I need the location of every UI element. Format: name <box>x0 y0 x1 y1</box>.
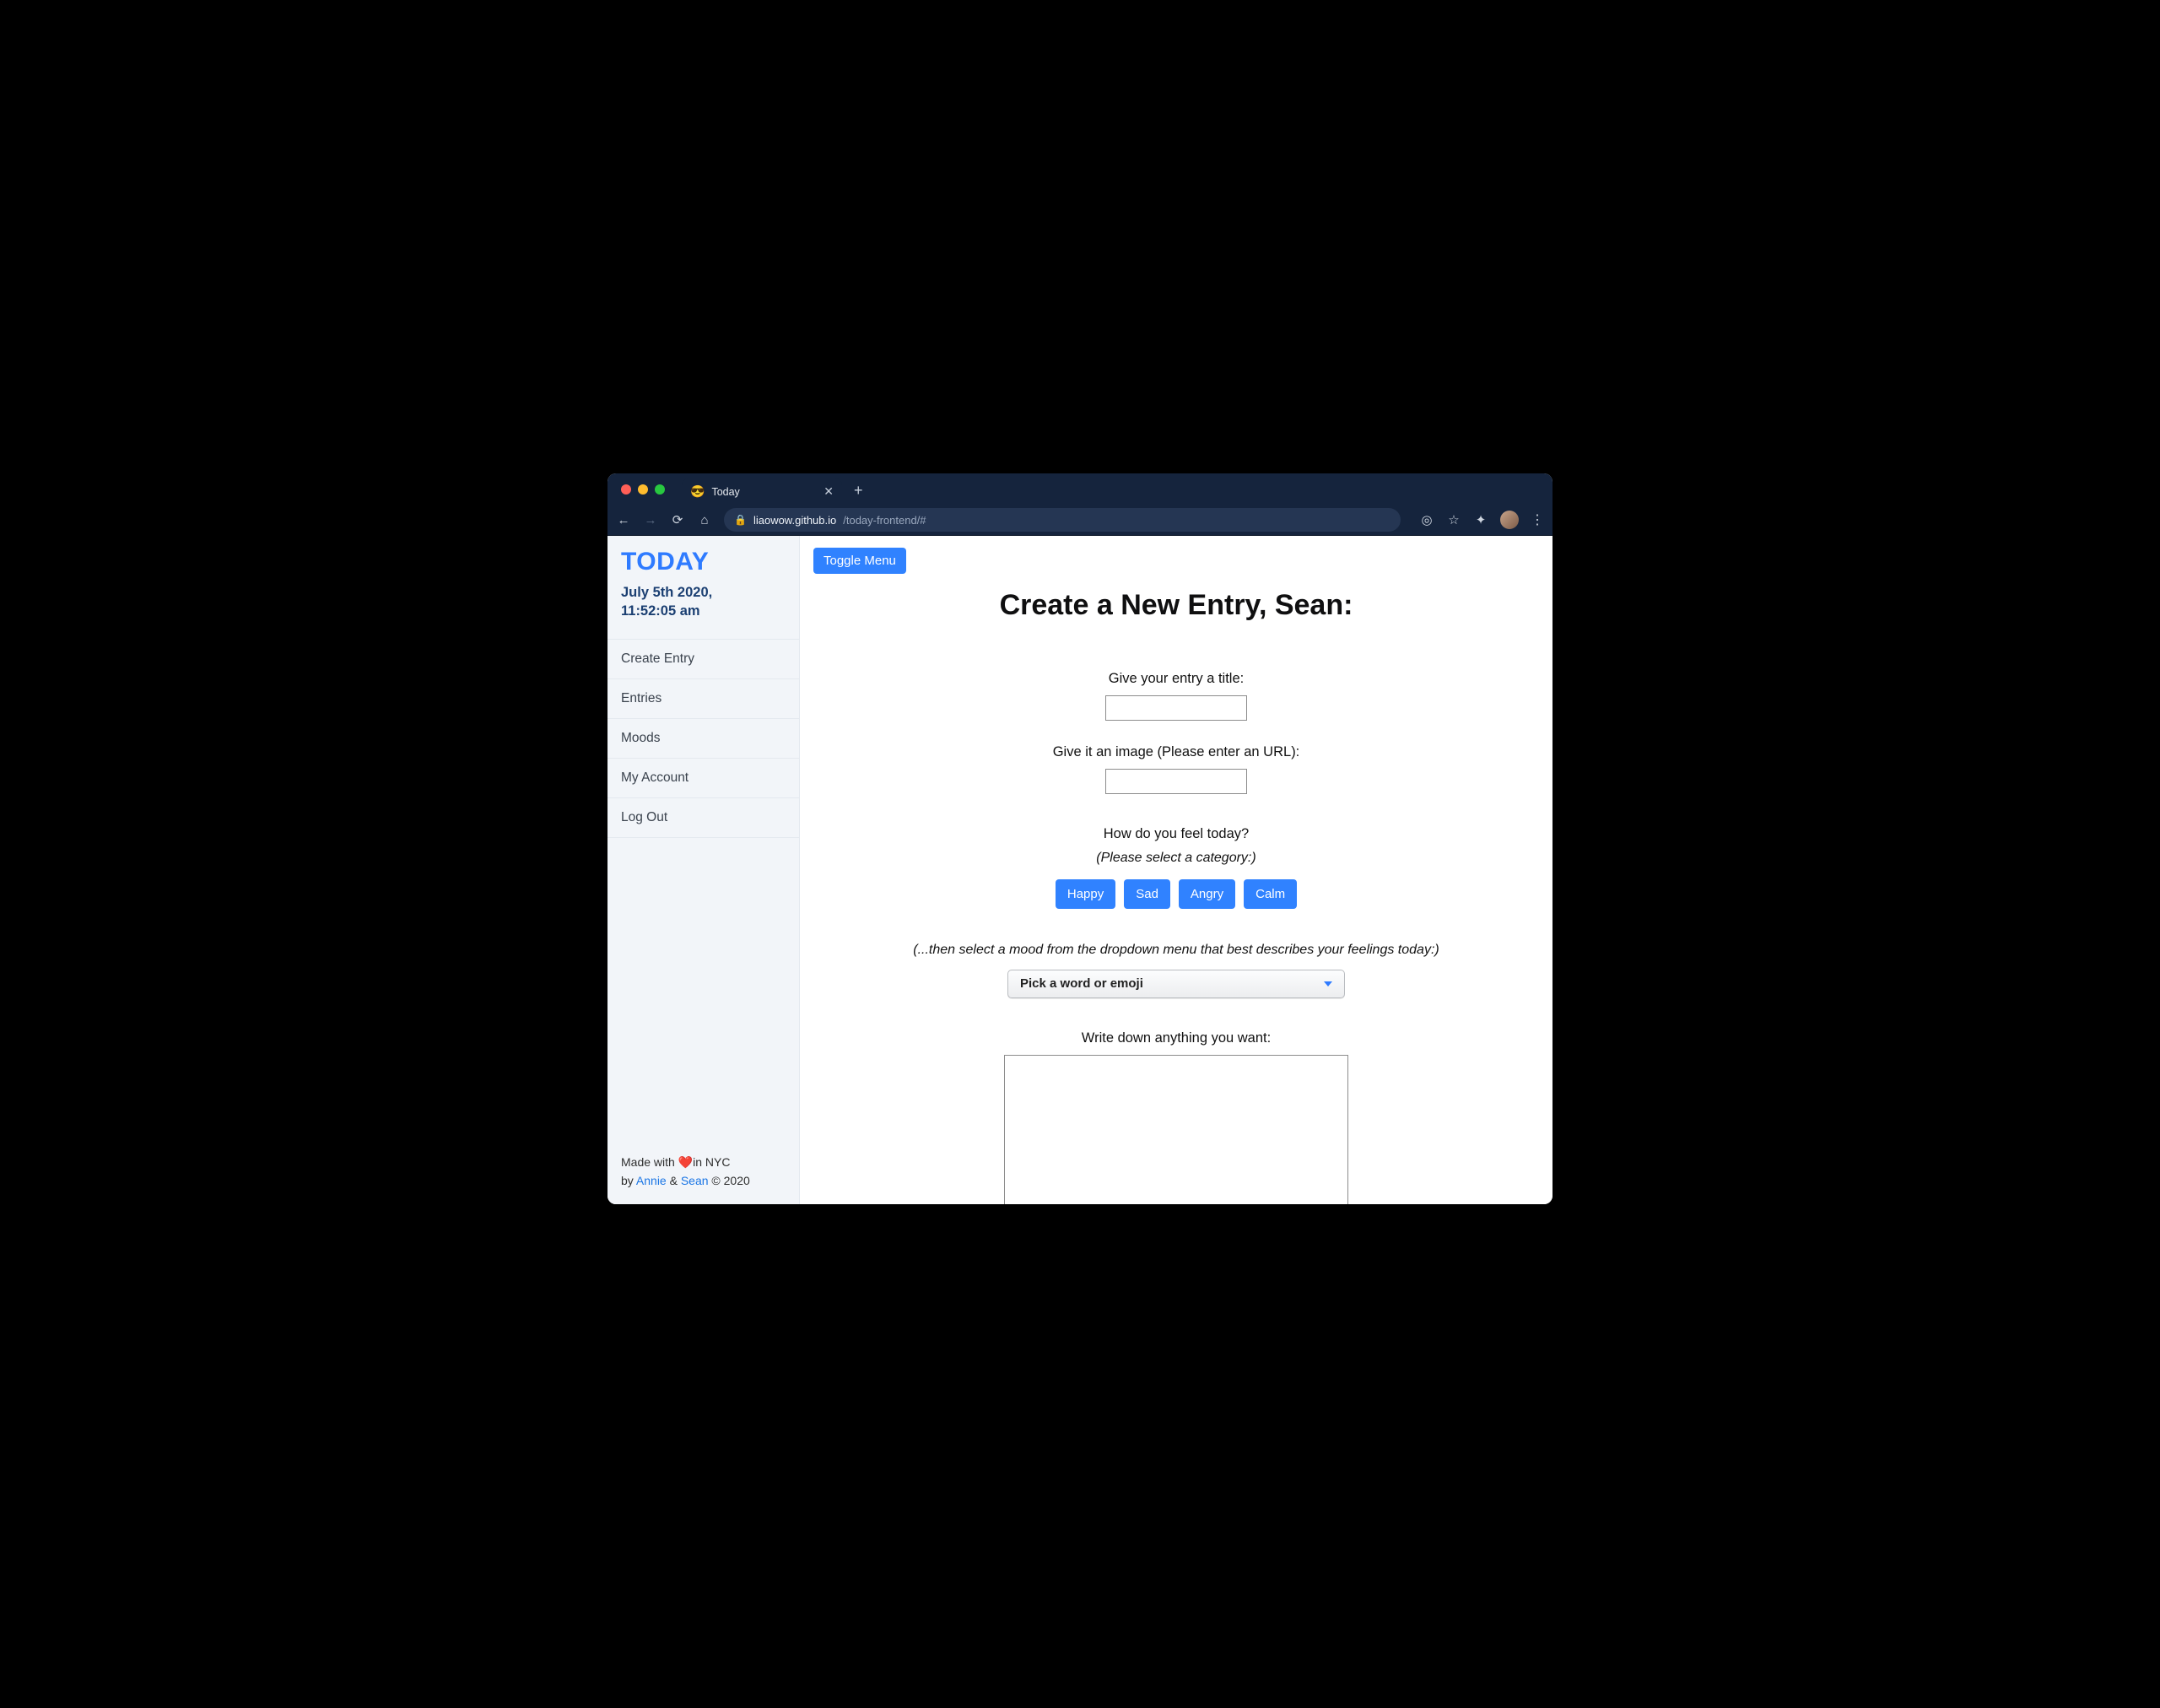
sidebar-footer: Made with ❤️in NYC by Annie & Sean © 202… <box>608 1139 799 1204</box>
browser-tab[interactable]: 😎 Today ✕ <box>682 478 842 505</box>
footer-link-annie[interactable]: Annie <box>636 1174 667 1187</box>
brand-date: July 5th 2020, 11:52:05 am <box>621 583 786 621</box>
brand-title: TODAY <box>621 548 786 576</box>
url-host: liaowow.github.io <box>753 514 836 527</box>
sidebar-item-moods[interactable]: Moods <box>608 719 799 759</box>
tab-title: Today <box>711 486 817 498</box>
url-path: /today-frontend/# <box>843 514 926 527</box>
footer-link-sean[interactable]: Sean <box>681 1174 709 1187</box>
title-label: Give your entry a title: <box>1109 671 1244 687</box>
mood-sublabel: (Please select a category:) <box>1096 851 1256 866</box>
mood-button-angry[interactable]: Angry <box>1179 879 1235 909</box>
reload-icon[interactable]: ⟳ <box>670 512 685 527</box>
traffic-lights <box>621 484 665 495</box>
tab-close-icon[interactable]: ✕ <box>824 484 834 499</box>
toggle-menu-button[interactable]: Toggle Menu <box>813 548 906 574</box>
footer-copyright: © 2020 <box>709 1174 750 1187</box>
heart-icon: ❤️ <box>678 1155 693 1169</box>
extensions-icon[interactable]: ✦ <box>1473 512 1488 527</box>
sidebar-item-entries[interactable]: Entries <box>608 679 799 719</box>
date-line-2: 11:52:05 am <box>621 603 700 619</box>
window-close-button[interactable] <box>621 484 631 495</box>
sidebar-item-create-entry[interactable]: Create Entry <box>608 640 799 679</box>
mood-button-happy[interactable]: Happy <box>1056 879 1115 909</box>
date-line-1: July 5th 2020, <box>621 585 712 600</box>
tab-favicon: 😎 <box>690 484 705 499</box>
page: TODAY July 5th 2020, 11:52:05 am Create … <box>608 536 1552 1204</box>
sidebar-item-log-out[interactable]: Log Out <box>608 798 799 838</box>
sidebar-item-my-account[interactable]: My Account <box>608 759 799 798</box>
image-label: Give it an image (Please enter an URL): <box>1053 744 1300 760</box>
location-icon[interactable]: ◎ <box>1419 512 1434 527</box>
toolbar-right: ◎ ☆ ✦ ⋮ <box>1419 511 1544 529</box>
image-url-input[interactable] <box>1105 769 1247 794</box>
window-maximize-button[interactable] <box>655 484 665 495</box>
chevron-down-icon <box>1324 981 1332 986</box>
forward-icon[interactable]: → <box>643 513 658 527</box>
main-content: Toggle Menu Create a New Entry, Sean: Gi… <box>800 536 1552 1204</box>
dropdown-selected: Pick a word or emoji <box>1020 976 1143 991</box>
browser-window: 😎 Today ✕ + ← → ⟳ ⌂ 🔒 liaowow.github.io/… <box>608 473 1552 1204</box>
footer-in-nyc: in NYC <box>693 1155 730 1169</box>
page-title: Create a New Entry, Sean: <box>813 589 1539 622</box>
entry-textarea[interactable] <box>1004 1055 1348 1204</box>
mood-label: How do you feel today? <box>1104 826 1249 842</box>
mood-buttons: Happy Sad Angry Calm <box>1056 879 1297 909</box>
new-tab-button[interactable]: + <box>854 482 863 500</box>
brand: TODAY July 5th 2020, 11:52:05 am <box>608 536 799 630</box>
footer-by: by <box>621 1174 636 1187</box>
sidebar: TODAY July 5th 2020, 11:52:05 am Create … <box>608 536 800 1204</box>
write-label: Write down anything you want: <box>1082 1030 1271 1046</box>
back-icon[interactable]: ← <box>616 513 631 527</box>
address-bar[interactable]: 🔒 liaowow.github.io/today-frontend/# <box>724 508 1401 532</box>
mood-button-sad[interactable]: Sad <box>1124 879 1170 909</box>
dropdown-hint: (...then select a mood from the dropdown… <box>913 943 1439 958</box>
home-icon[interactable]: ⌂ <box>697 513 712 527</box>
sidebar-nav: Create Entry Entries Moods My Account Lo… <box>608 639 799 838</box>
browser-toolbar: ← → ⟳ ⌂ 🔒 liaowow.github.io/today-fronte… <box>608 505 1552 536</box>
bookmark-icon[interactable]: ☆ <box>1446 512 1461 527</box>
lock-icon: 🔒 <box>734 514 747 526</box>
title-input[interactable] <box>1105 695 1247 721</box>
footer-amp: & <box>667 1174 681 1187</box>
entry-form: Give your entry a title: Give it an imag… <box>813 656 1539 1204</box>
profile-avatar[interactable] <box>1500 511 1519 529</box>
menu-icon[interactable]: ⋮ <box>1531 511 1544 528</box>
mood-button-calm[interactable]: Calm <box>1244 879 1297 909</box>
titlebar: 😎 Today ✕ + <box>608 473 1552 505</box>
footer-made-with: Made with <box>621 1155 678 1169</box>
window-minimize-button[interactable] <box>638 484 648 495</box>
mood-dropdown[interactable]: Pick a word or emoji <box>1007 970 1345 998</box>
